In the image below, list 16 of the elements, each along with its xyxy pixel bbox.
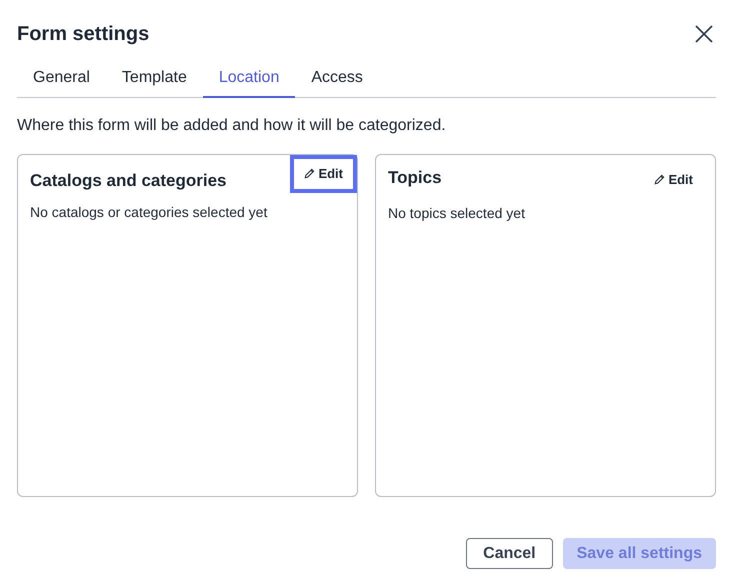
tab[interactable]: Location [202, 66, 296, 98]
edit-button[interactable]: Edit [640, 161, 707, 198]
edit-button[interactable]: Edit [290, 155, 357, 192]
panel-title: Catalogs and categories [30, 170, 227, 192]
tab[interactable]: Template [106, 66, 203, 98]
panel-title: Topics [388, 167, 442, 189]
pencil-icon [654, 174, 666, 186]
close-icon [695, 24, 713, 42]
pencil-icon [304, 168, 316, 180]
empty-text: No catalogs or categories selected yet [30, 202, 268, 222]
empty-text: No topics selected yet [388, 204, 526, 223]
tab[interactable]: General [17, 66, 106, 98]
dialog-title: Form settings [17, 22, 150, 46]
tab[interactable]: Access [295, 66, 379, 98]
cancel-button[interactable]: Cancel [466, 538, 553, 569]
description-text: Where this form will be added and how it will be categorized. [17, 116, 447, 136]
